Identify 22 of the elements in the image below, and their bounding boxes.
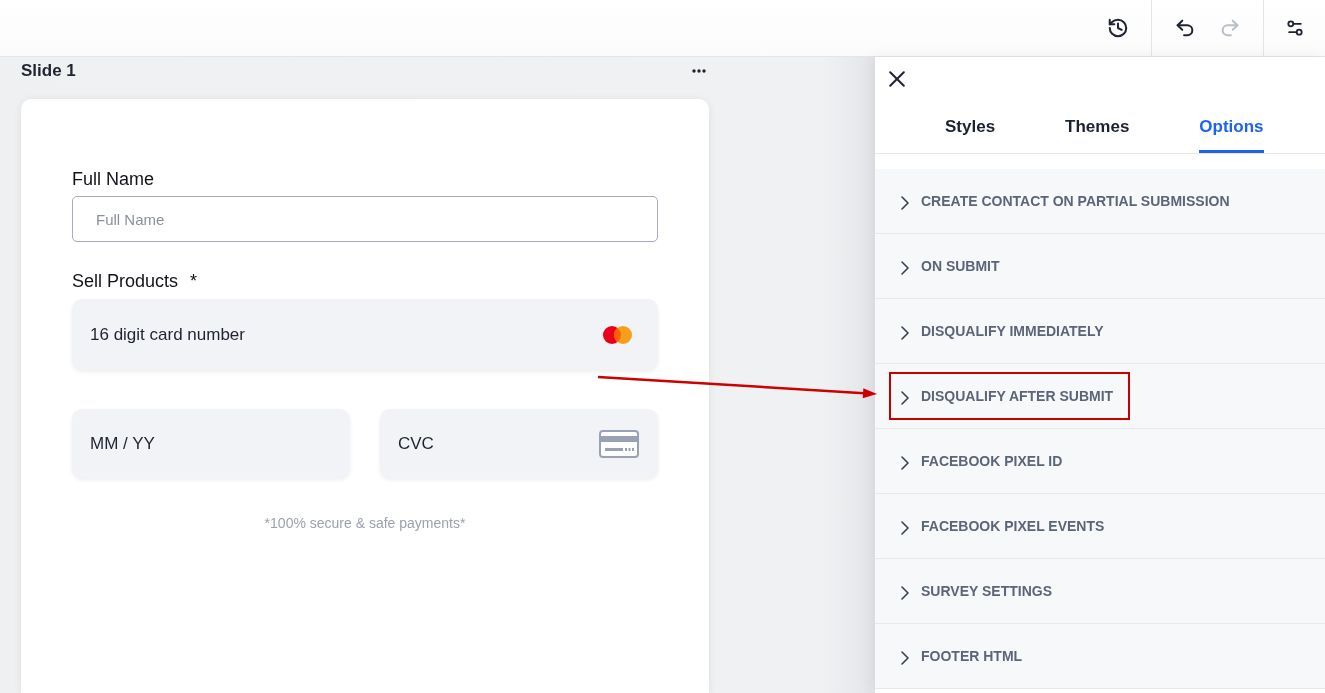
close-button[interactable] xyxy=(889,71,905,87)
section-toggle[interactable]: DISQUALIFY AFTER SUBMIT xyxy=(889,372,1131,420)
more-icon xyxy=(692,69,706,73)
expiry-field[interactable]: MM / YY xyxy=(72,409,350,478)
full-name-field[interactable]: Full Name xyxy=(72,196,658,242)
sliders-icon xyxy=(1285,18,1305,38)
card-number-field[interactable]: 16 digit card number xyxy=(72,299,658,370)
clock-arrow-icon xyxy=(1107,17,1129,39)
slide-title: Slide 1 xyxy=(21,61,76,81)
field-label: Full Name xyxy=(72,168,156,190)
cvc-field[interactable]: CVC xyxy=(380,409,658,478)
two-circles-icon xyxy=(603,325,633,344)
panel-tab[interactable]: Options xyxy=(1199,104,1264,153)
credit-card-icon xyxy=(599,429,639,458)
close-icon xyxy=(889,71,905,87)
panel-tab[interactable]: Themes xyxy=(1065,104,1130,153)
redo-icon xyxy=(1219,17,1241,39)
secure-payment-note: *100% secure & safe payments* xyxy=(264,515,466,531)
panel-tab[interactable]: Styles xyxy=(945,104,996,153)
undo-icon xyxy=(1174,17,1196,39)
field-label: Sell Products xyxy=(72,270,179,292)
required-mark: * xyxy=(190,270,198,292)
